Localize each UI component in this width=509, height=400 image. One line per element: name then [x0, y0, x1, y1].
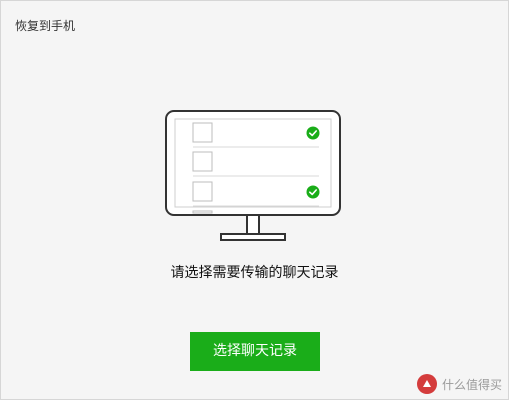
monitor-illustration [165, 110, 341, 241]
check-icon [306, 185, 320, 199]
row-checkbox [192, 181, 213, 202]
watermark-text: 什么值得买 [441, 377, 502, 392]
select-chat-history-button[interactable]: 选择聊天记录 [190, 332, 320, 371]
restore-to-phone-window: 恢复到手机 请选择需要传输的聊天记录 选择聊天记录 什么值得买 [0, 0, 509, 400]
watermark: 什么值得买 [416, 374, 502, 394]
monitor-stand [220, 233, 286, 241]
monitor-neck [246, 214, 260, 235]
row-checkbox [192, 151, 213, 172]
smzdm-logo-icon [416, 374, 437, 394]
row-checkbox-partial [192, 210, 213, 214]
window-title: 恢复到手机 [15, 19, 76, 33]
instruction-text: 请选择需要传输的聊天记录 [170, 265, 339, 281]
check-icon [306, 126, 320, 140]
row-checkbox [192, 122, 213, 143]
